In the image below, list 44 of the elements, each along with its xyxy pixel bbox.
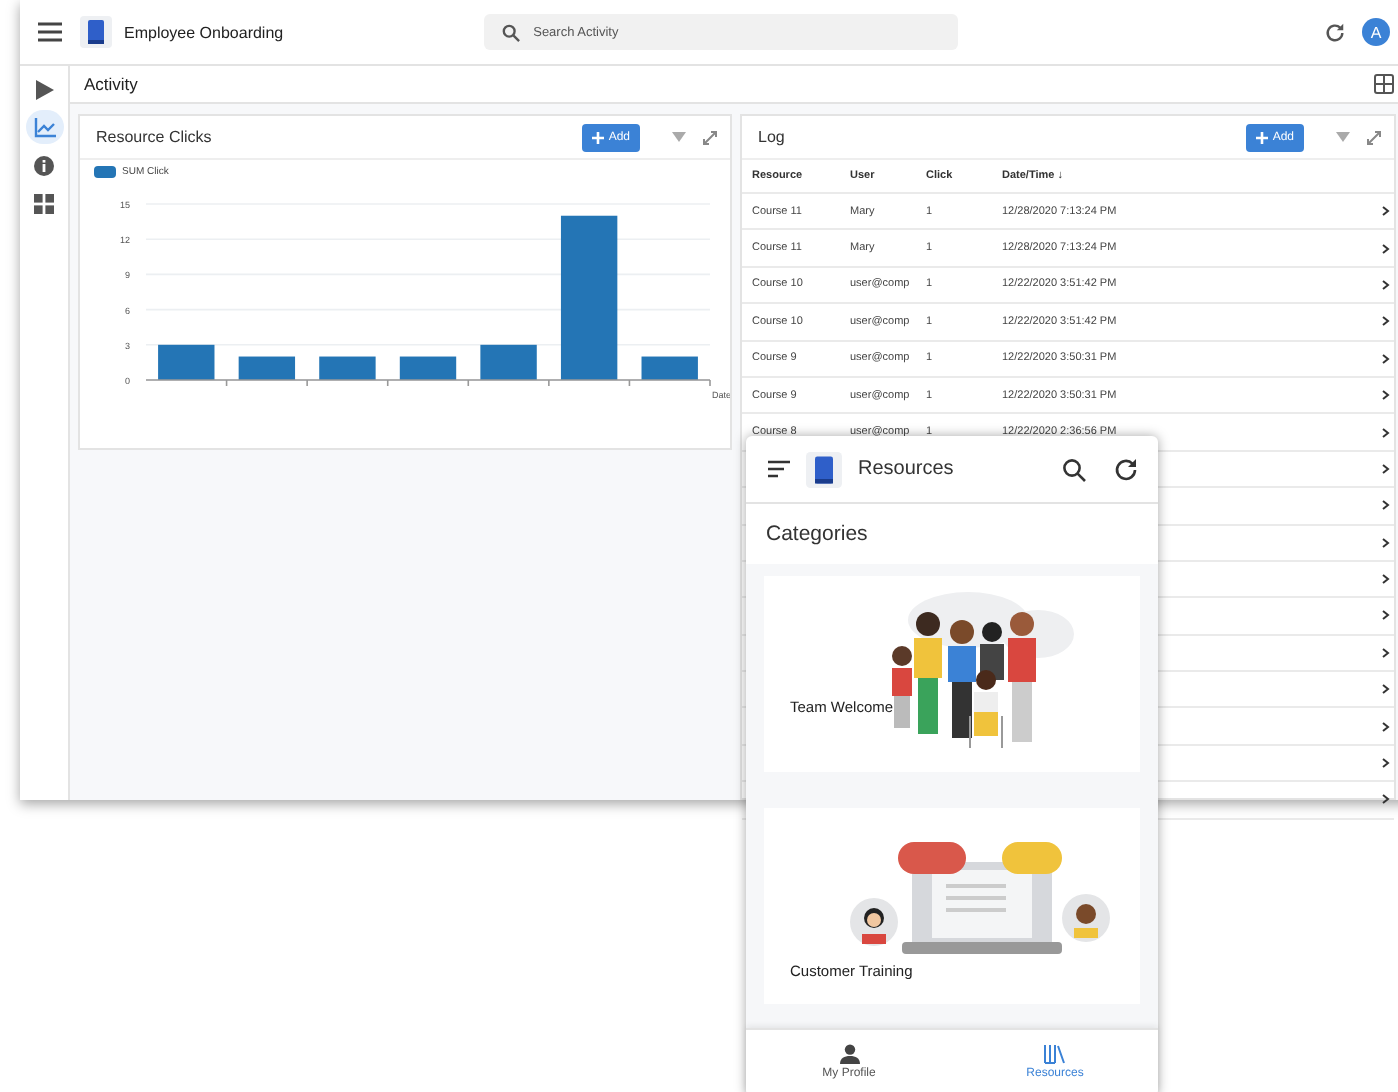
chevron-right-icon[interactable] <box>1382 390 1390 401</box>
chevron-right-icon[interactable] <box>1382 684 1390 695</box>
refresh-icon[interactable] <box>1114 457 1138 481</box>
chevron-right-icon[interactable] <box>1382 206 1390 217</box>
books-icon <box>1044 1043 1066 1063</box>
chevron-right-icon[interactable] <box>1382 463 1390 474</box>
chart-icon <box>33 117 55 137</box>
plus-icon <box>1256 131 1269 143</box>
play-icon <box>34 79 54 99</box>
card-title: Log <box>758 128 787 146</box>
person-icon <box>839 1043 859 1063</box>
grid-icon <box>34 193 54 213</box>
chevron-right-icon[interactable] <box>1382 279 1390 290</box>
chart-nav-item[interactable] <box>25 110 63 144</box>
section-title: Categories <box>764 520 870 550</box>
sort-menu-icon[interactable] <box>768 460 790 478</box>
chevron-right-icon[interactable] <box>1382 537 1390 548</box>
menu-icon[interactable] <box>38 22 62 42</box>
search-icon <box>501 23 520 41</box>
chevron-right-icon[interactable] <box>1382 316 1390 327</box>
chevron-right-icon[interactable] <box>1382 427 1390 438</box>
user-avatar[interactable]: A <box>1362 18 1390 46</box>
page-title: Activity <box>84 74 140 94</box>
expand-icon[interactable] <box>1366 129 1382 145</box>
chevron-right-icon[interactable] <box>1382 353 1390 364</box>
chevron-right-icon[interactable] <box>1382 243 1390 254</box>
search-icon[interactable] <box>1062 457 1086 481</box>
plus-icon <box>592 131 605 143</box>
app-title: Employee Onboarding <box>124 23 284 41</box>
book-icon <box>80 16 112 48</box>
chevron-right-icon[interactable] <box>1382 758 1390 769</box>
chevron-right-icon[interactable] <box>1382 721 1390 732</box>
chevron-right-icon[interactable] <box>1382 794 1390 805</box>
info-icon <box>34 155 54 175</box>
expand-icon[interactable] <box>702 129 718 145</box>
book-icon <box>806 451 842 487</box>
chevron-right-icon[interactable] <box>1382 610 1390 621</box>
app-title: Resources <box>858 458 956 480</box>
chevron-right-icon[interactable] <box>1382 574 1390 585</box>
refresh-icon[interactable] <box>1324 21 1346 43</box>
card-title: Resource Clicks <box>96 128 214 146</box>
layout-icon[interactable] <box>1374 74 1394 94</box>
chevron-right-icon[interactable] <box>1382 647 1390 658</box>
chevron-right-icon[interactable] <box>1382 500 1390 511</box>
